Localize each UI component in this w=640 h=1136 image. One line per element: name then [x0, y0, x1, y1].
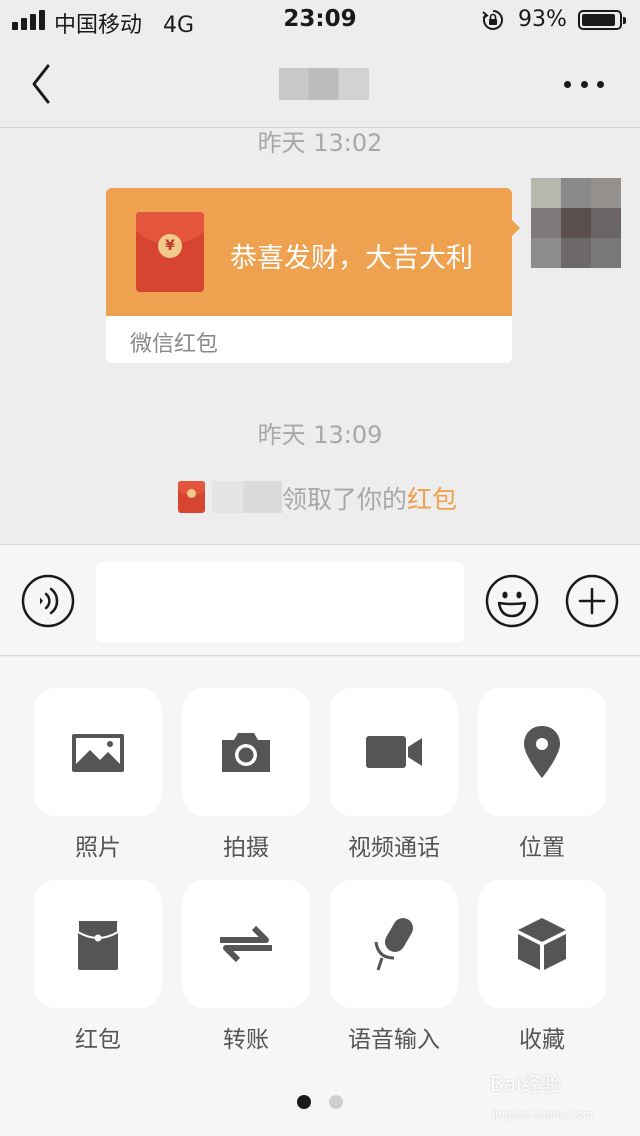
watermark-brand: Bai经验	[490, 1072, 562, 1096]
tool-favorites[interactable]: 收藏	[478, 880, 606, 1060]
more-functions-panel: 照片 拍摄 视频通话 位置 红包 转账 语音输入 收藏	[0, 657, 640, 1136]
watermark-logo: Bai经验 jingyan.baidu.com	[490, 1068, 620, 1128]
location-icon	[524, 726, 560, 778]
voice-icon[interactable]	[21, 574, 75, 628]
tool-camera[interactable]: 拍摄	[182, 688, 310, 868]
tool-tile	[478, 880, 606, 1008]
red-packet-icon	[77, 919, 119, 970]
photo-icon	[72, 734, 124, 772]
message-input[interactable]	[96, 562, 464, 642]
message-timestamp: 昨天 13:09	[257, 421, 383, 449]
tool-tile	[478, 688, 606, 816]
tool-label: 转账	[223, 1027, 269, 1053]
input-bar	[0, 544, 640, 656]
tool-label: 照片	[75, 835, 121, 861]
tool-transfer[interactable]: 转账	[182, 880, 310, 1060]
more-options-button[interactable]	[560, 70, 608, 98]
camera-icon	[222, 733, 270, 772]
red-packet-claimed-notice: 领取了你的红包	[0, 479, 640, 515]
tool-label: 语音输入	[348, 1027, 440, 1053]
battery-percentage: 93%	[518, 7, 567, 32]
red-packet-footer: 微信红包	[130, 332, 219, 357]
tool-location[interactable]: 位置	[478, 688, 606, 868]
tool-label: 红包	[75, 1027, 121, 1053]
tool-tile	[34, 688, 162, 816]
tool-tile	[182, 880, 310, 1008]
nav-bar	[0, 40, 640, 128]
tool-tile	[34, 880, 162, 1008]
tool-photo[interactable]: 照片	[34, 688, 162, 868]
emoji-icon[interactable]	[485, 574, 539, 628]
tool-video-call[interactable]: 视频通话	[330, 688, 458, 868]
tool-label: 收藏	[519, 1027, 565, 1053]
claimer-name-redacted	[212, 481, 282, 513]
rotation-lock-icon	[482, 10, 503, 30]
page-dot[interactable]	[329, 1095, 343, 1109]
notice-body: 领取了你的	[282, 485, 408, 514]
tool-tile	[182, 688, 310, 816]
battery-icon	[578, 10, 626, 30]
ellipsis-icon	[564, 80, 571, 88]
tool-tile	[330, 880, 458, 1008]
red-packet-greeting: 恭喜发财，大吉大利	[230, 243, 473, 274]
bubble-tail	[510, 218, 520, 238]
notice-text: 领取了你的红包	[282, 480, 457, 516]
battery-fill	[582, 14, 615, 26]
tool-red-packet[interactable]: 红包	[34, 880, 162, 1060]
coin-icon: ¥	[158, 234, 182, 258]
chat-title-redacted	[279, 68, 369, 100]
red-packet-link[interactable]: 红包	[407, 485, 457, 514]
red-packet-icon: ¥	[136, 212, 204, 292]
watermark-url: jingyan.baidu.com	[492, 1108, 594, 1121]
red-packet-message[interactable]: ¥ 恭喜发财，大吉大利 微信红包	[106, 188, 520, 363]
plus-icon[interactable]	[565, 574, 619, 628]
tool-label: 拍摄	[223, 835, 269, 861]
video-call-icon	[366, 736, 422, 768]
status-bar: 中国移动 4G 23:09 93%	[0, 0, 640, 40]
page-dot-active[interactable]	[297, 1095, 311, 1109]
red-packet-header: ¥ 恭喜发财，大吉大利	[106, 188, 512, 316]
transfer-icon	[220, 925, 272, 963]
avatar[interactable]	[531, 178, 621, 268]
favorites-icon	[518, 918, 566, 970]
tool-label: 视频通话	[348, 835, 440, 861]
tool-voice-input[interactable]: 语音输入	[330, 880, 458, 1060]
chevron-left-icon[interactable]	[22, 62, 62, 106]
red-packet-small-icon	[178, 481, 205, 513]
tool-label: 位置	[519, 835, 565, 861]
message-timestamp: 昨天 13:02	[257, 129, 383, 157]
microphone-icon	[374, 918, 413, 971]
tool-tile	[330, 688, 458, 816]
chat-message-list[interactable]: 昨天 13:02 ¥ 恭喜发财，大吉大利 微信红包 昨天 13:09 领取了你的…	[0, 129, 640, 544]
